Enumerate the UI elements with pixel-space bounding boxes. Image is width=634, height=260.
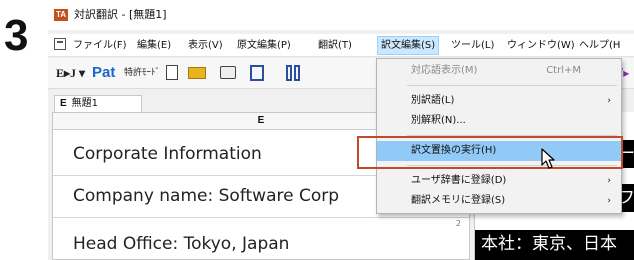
menu-item-show-correspondence[interactable]: 対応語表示(M) Ctrl+M: [377, 61, 621, 81]
translation-row-text: 本社：東京、日本: [481, 234, 617, 254]
mouse-cursor-icon: [541, 148, 555, 169]
source-row[interactable]: Corporate Information: [73, 143, 262, 165]
tab-prefix: E: [60, 98, 67, 109]
menu-tools[interactable]: ツール(L): [448, 37, 497, 54]
menu-item-shortcut: Ctrl+M: [546, 65, 581, 76]
menu-item-register-memory[interactable]: 翻訳メモリに登録(S) ›: [377, 191, 621, 211]
source-row[interactable]: Head Office: Tokyo, Japan: [73, 233, 289, 255]
menu-item-alternate-interpretation[interactable]: 別解釈(N)...: [377, 111, 621, 131]
submenu-arrow-icon: ›: [607, 176, 611, 186]
menu-bar: ファイル(F) 編集(E) 表示(V) 原文編集(P) 翻訳(T) 訳文編集(S…: [48, 34, 634, 57]
menu-item-alternate-word[interactable]: 別訳語(L) ›: [377, 91, 621, 111]
menu-separator: [407, 85, 617, 86]
split-view-right-icon[interactable]: [294, 65, 300, 81]
menu-help[interactable]: ヘルプ(H: [576, 37, 623, 54]
menu-item-label: 別訳語(L): [411, 95, 455, 106]
submenu-arrow-icon: ›: [607, 96, 611, 106]
source-row[interactable]: Company name: Software Corp: [73, 185, 339, 207]
new-document-icon[interactable]: [166, 65, 178, 80]
menu-item-label: ユーザ辞書に登録(D): [411, 175, 507, 186]
print-icon[interactable]: [220, 66, 236, 79]
menu-item-register-user-dict[interactable]: ユーザ辞書に登録(D) ›: [377, 171, 621, 191]
split-view-icon[interactable]: [286, 65, 292, 81]
tab-document[interactable]: E 無題1: [54, 95, 142, 112]
step-number: 3: [4, 11, 29, 60]
patent-mode-label: 特許ﾓｰﾄﾞ: [124, 68, 161, 78]
title-bar: TA 対訳翻訳 - [無題1]: [48, 0, 634, 30]
tab-label: 無題1: [71, 98, 99, 109]
menu-item-label: 対応語表示(M): [411, 65, 478, 76]
translation-direction-button[interactable]: E▸J ▾: [56, 64, 85, 82]
menu-file[interactable]: ファイル(F): [70, 37, 130, 54]
menu-translation-edit[interactable]: 訳文編集(S): [377, 36, 440, 55]
callout-highlight-box: [357, 136, 623, 169]
row-number: 2: [455, 219, 461, 228]
menu-item-label: 別解釈(N)...: [411, 115, 466, 126]
patent-icon[interactable]: Pat: [92, 64, 115, 82]
menu-translate[interactable]: 翻訳(T): [315, 37, 355, 54]
app-icon: TA: [54, 9, 68, 21]
menu-item-label: 翻訳メモリに登録(S): [411, 195, 506, 206]
open-folder-icon[interactable]: [188, 67, 206, 79]
menu-source-edit[interactable]: 原文編集(P): [234, 37, 294, 54]
window-title: 対訳翻訳 - [無題1]: [74, 8, 167, 21]
menu-window[interactable]: ウィンドウ(W): [504, 37, 578, 54]
document-menu-icon[interactable]: [54, 38, 66, 50]
layout-icon[interactable]: [250, 65, 264, 81]
translation-row[interactable]: 本社：東京、日本: [475, 230, 634, 260]
menu-view[interactable]: 表示(V): [185, 37, 226, 54]
menu-edit[interactable]: 編集(E): [134, 37, 174, 54]
row-divider: [53, 217, 469, 218]
submenu-arrow-icon: ›: [607, 196, 611, 206]
